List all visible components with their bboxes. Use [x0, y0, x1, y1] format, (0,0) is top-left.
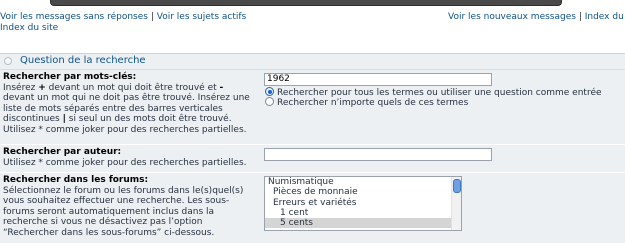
forums-heading: Rechercher dans les forums: [3, 175, 149, 185]
radio-all-terms-option[interactable]: Rechercher pour tous les termes ou utili… [264, 87, 602, 98]
forum-option-erreurs-et-varietes[interactable]: Erreurs et variétés [265, 198, 461, 208]
search-query-panel-header: Question de la recherche [0, 53, 625, 70]
forums-row: Rechercher dans les forums: Sélectionnez… [0, 173, 625, 243]
quick-links-right: Voir les nouveaux messages | Index du fo… [448, 12, 625, 23]
link-separator: | [150, 12, 154, 22]
author-heading: Rechercher par auteur: [3, 147, 122, 157]
forum-option-pieces-de-monnaie[interactable]: Pièces de monnaie [265, 187, 461, 197]
author-field-group [264, 148, 492, 161]
scrollbar-thumb[interactable] [453, 179, 461, 193]
keywords-field-group: Rechercher pour tous les termes ou utili… [264, 73, 602, 108]
panel-bullet-icon [4, 57, 12, 65]
keywords-label: Rechercher par mots-clés: Insérez + deva… [3, 72, 255, 135]
link-separator: | [578, 12, 582, 22]
site-index-link[interactable]: Index du site [0, 23, 58, 33]
forums-label: Rechercher dans les forums: Sélectionnez… [3, 175, 255, 238]
listbox-scrollbar[interactable] [451, 177, 461, 230]
forums-listbox[interactable]: Numismatique Pièces de monnaie Erreurs e… [264, 176, 462, 231]
keywords-heading: Rechercher par mots-clés: [3, 72, 137, 82]
panel-title: Question de la recherche [20, 55, 146, 66]
forums-help: Sélectionnez le forum ou les forums dans… [3, 185, 244, 238]
forum-option-5-cents[interactable]: 5 cents [265, 218, 461, 229]
forum-index-link[interactable]: Index du forum [585, 12, 625, 22]
author-row: Rechercher par auteur: Utilisez * comme … [0, 145, 625, 173]
active-topics-link[interactable]: Voir les sujets actifs [157, 12, 246, 22]
author-help: Utilisez * comme joker pour des recherch… [3, 157, 247, 168]
forum-option-1-cent[interactable]: 1 cent [265, 208, 461, 218]
unanswered-posts-link[interactable]: Voir les messages sans réponses [0, 12, 148, 22]
quick-links-left: Voir les messages sans réponses | Voir l… [0, 12, 246, 34]
radio-any-terms-label: Rechercher n’importe quels de ces termes [277, 98, 469, 108]
keywords-help: Insérez + devant un mot qui doit être tr… [3, 82, 250, 135]
header-bar [50, 0, 562, 6]
forums-field-group: Numismatique Pièces de monnaie Erreurs e… [264, 176, 462, 231]
radio-any-terms-option[interactable]: Rechercher n’importe quels de ces termes [264, 97, 602, 108]
keywords-row: Rechercher par mots-clés: Insérez + deva… [0, 70, 625, 145]
keywords-input[interactable] [264, 73, 492, 86]
radio-any-terms[interactable] [265, 97, 274, 106]
forum-option-numismatique[interactable]: Numismatique [265, 177, 461, 187]
author-input[interactable] [264, 148, 492, 161]
author-label: Rechercher par auteur: Utilisez * comme … [3, 147, 255, 168]
radio-all-terms[interactable] [265, 87, 274, 96]
new-posts-link[interactable]: Voir les nouveaux messages [448, 12, 576, 22]
